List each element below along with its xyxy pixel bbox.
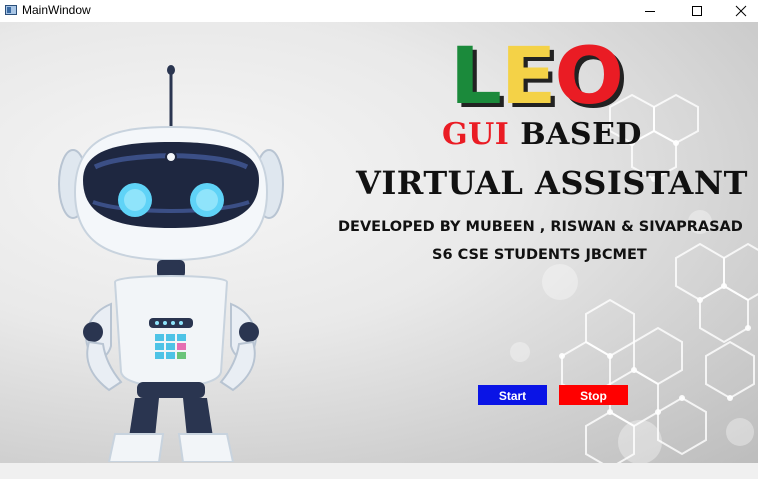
logo-letter-e: E bbox=[500, 32, 558, 122]
status-bar bbox=[0, 463, 758, 479]
minimize-icon bbox=[645, 11, 655, 12]
logo-letter-l: L bbox=[449, 32, 503, 122]
heading-gui-text: GUI bbox=[442, 117, 510, 152]
heading-based-text: BASED bbox=[509, 117, 642, 152]
close-icon bbox=[735, 5, 747, 17]
robot-illustration bbox=[58, 65, 284, 462]
heading-line-2: VIRTUAL ASSISTANT bbox=[356, 164, 748, 202]
maximize-icon bbox=[692, 6, 702, 16]
leo-logo: L E O bbox=[449, 32, 625, 122]
logo-letter-o: O bbox=[554, 32, 625, 122]
stop-button[interactable]: Stop bbox=[559, 385, 628, 405]
main-canvas: L E O GUI BASED VIRTUAL ASSISTANT DEVELO… bbox=[0, 22, 758, 463]
window-title: MainWindow bbox=[22, 3, 91, 17]
students-credit: S6 CSE STUDENTS JBCMET bbox=[432, 247, 647, 263]
heading-line-1: GUI BASED bbox=[442, 117, 642, 152]
window-app-icon bbox=[5, 5, 17, 15]
title-bar: MainWindow bbox=[0, 0, 758, 22]
start-button[interactable]: Start bbox=[478, 385, 547, 405]
maximize-button[interactable] bbox=[675, 0, 719, 22]
minimize-button[interactable] bbox=[628, 0, 672, 22]
developers-credit: DEVELOPED BY MUBEEN , RISWAN & SIVAPRASA… bbox=[338, 219, 743, 235]
close-button[interactable] bbox=[719, 0, 758, 22]
